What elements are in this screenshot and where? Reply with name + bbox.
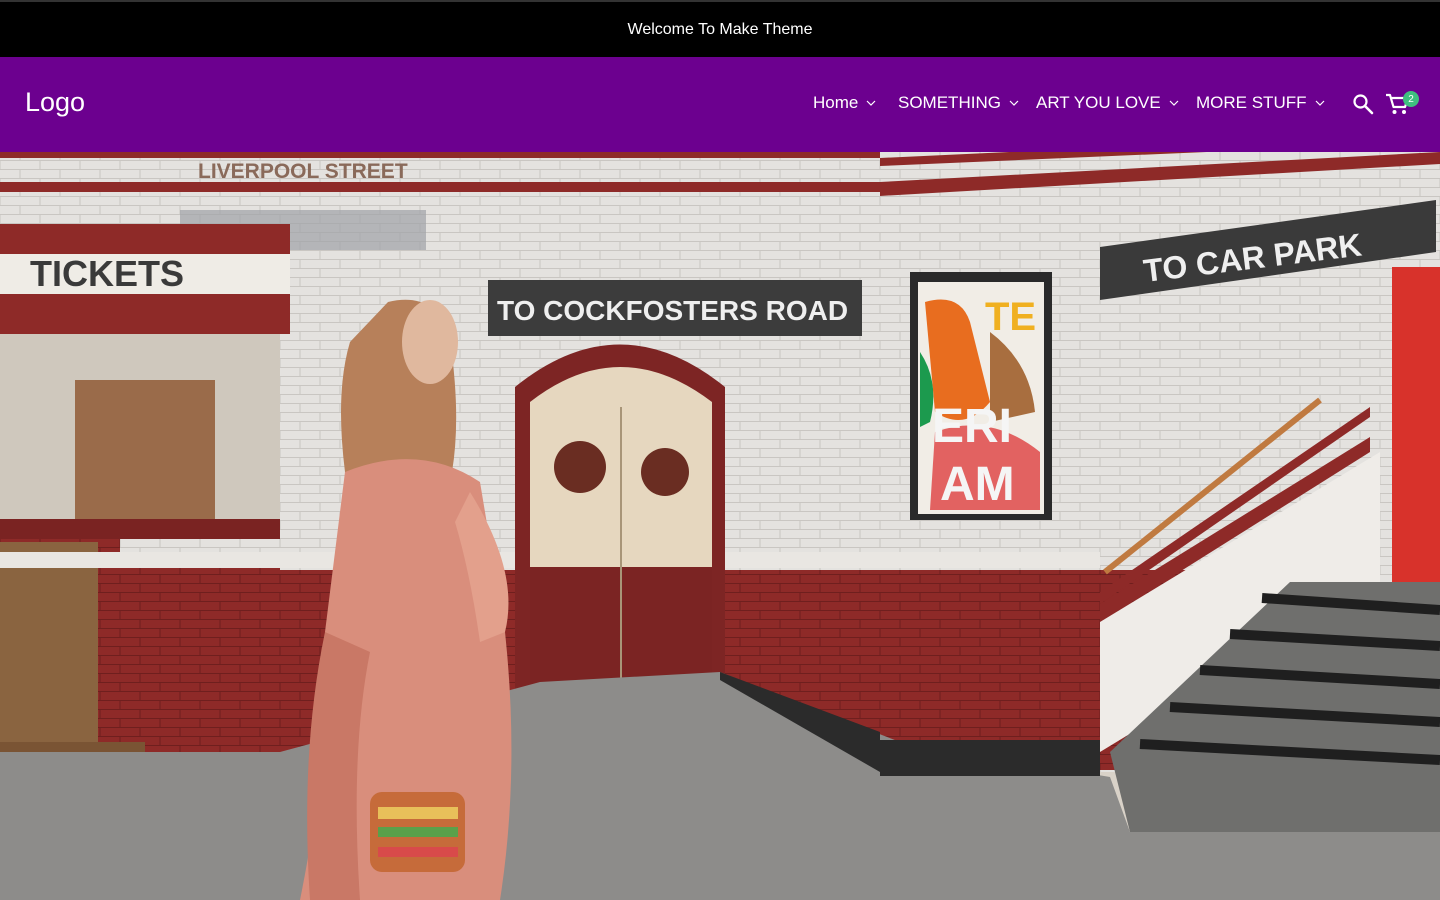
main-nav: Home SOMETHING ART YOU LOVE MORE STUFF: [0, 93, 1440, 117]
search-icon[interactable]: [1352, 93, 1374, 115]
hero-image: LIVERPOOL STREET TICKETS TO COCKFOSTERS …: [0, 152, 1440, 900]
nav-item-label: ART YOU LOVE: [1036, 93, 1161, 112]
cart-count-badge: 2: [1403, 91, 1419, 107]
nav-item-label: SOMETHING: [898, 93, 1001, 112]
poster-text-b: AM: [940, 458, 1015, 511]
nav-item-art-you-love[interactable]: ART YOU LOVE: [1036, 93, 1179, 113]
poster-text-c: TE: [985, 295, 1036, 339]
announcement-bar: Welcome To Make Theme: [0, 0, 1440, 57]
chevron-down-icon: [1169, 98, 1179, 108]
nav-item-label: MORE STUFF: [1196, 93, 1307, 112]
chevron-down-icon: [1009, 98, 1019, 108]
chevron-down-icon: [1315, 98, 1325, 108]
door-sign: TO COCKFOSTERS ROAD: [497, 295, 848, 326]
announcement-text: Welcome To Make Theme: [627, 20, 813, 38]
hero-banner: LIVERPOOL STREET TICKETS TO COCKFOSTERS …: [0, 152, 1440, 900]
nav-item-home[interactable]: Home: [813, 93, 876, 113]
nav-item-something[interactable]: SOMETHING: [898, 93, 1019, 113]
tickets-sign: TICKETS: [30, 253, 184, 294]
nav-item-label: Home: [813, 93, 859, 112]
site-header: Logo Home SOMETHING ART YOU LOVE MORE ST…: [0, 57, 1440, 152]
station-sign: LIVERPOOL STREET: [198, 160, 408, 183]
nav-item-more-stuff[interactable]: MORE STUFF: [1196, 93, 1325, 113]
chevron-down-icon: [866, 98, 876, 108]
poster-text-a: ERI: [932, 400, 1012, 453]
